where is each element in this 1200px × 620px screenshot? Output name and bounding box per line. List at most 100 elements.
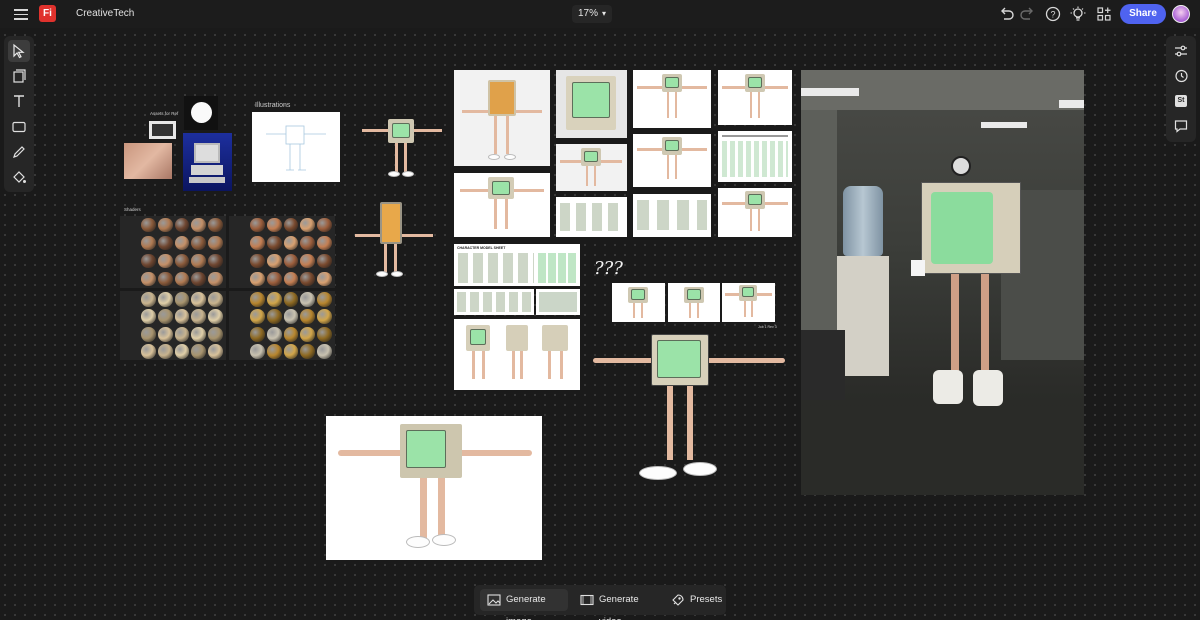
character-cutout-orange[interactable]: [353, 198, 435, 282]
render-turnaround-1[interactable]: [556, 197, 627, 237]
text-tool-icon[interactable]: [8, 90, 30, 112]
shader-sphere: [250, 235, 265, 251]
generate-toolbar: Generate image Generate video Presets: [474, 585, 726, 620]
lightbulb-icon[interactable]: [1069, 5, 1087, 23]
generate-image-button[interactable]: Generate image: [480, 589, 568, 620]
shader-sphere: [300, 217, 316, 233]
render-orange-character[interactable]: [454, 70, 550, 166]
shader-sphere: [250, 271, 265, 287]
illustration-sketch[interactable]: [252, 112, 340, 182]
shader-sphere: [157, 271, 173, 287]
render-tpose-1[interactable]: [633, 70, 711, 128]
svg-text:?: ?: [1050, 10, 1055, 20]
shape-tool-icon[interactable]: [8, 116, 30, 138]
history-icon[interactable]: [1170, 65, 1192, 87]
shader-sphere: [141, 326, 156, 342]
shader-grid-gold[interactable]: [229, 291, 335, 360]
shader-sphere: [174, 253, 190, 269]
redo-icon[interactable]: [1018, 5, 1036, 23]
image-icon: [487, 594, 501, 606]
render-row-2[interactable]: [668, 283, 720, 322]
top-bar: Fi CreativeTech 17% ▾ ? Share: [0, 0, 1200, 28]
render-pose-5[interactable]: [454, 173, 550, 237]
render-pose-3[interactable]: [556, 144, 627, 191]
shader-sphere: [300, 253, 316, 269]
shader-sphere: [157, 343, 173, 359]
shader-sphere: [208, 271, 223, 287]
render-turnaround-2[interactable]: [633, 194, 711, 237]
reference-image-circle[interactable]: [184, 96, 218, 130]
shader-sphere: [250, 217, 265, 233]
select-tool-icon[interactable]: [8, 40, 30, 62]
shader-sphere: [266, 235, 282, 251]
stock-icon[interactable]: St: [1170, 90, 1192, 112]
reference-image-skin[interactable]: [124, 143, 172, 179]
shader-sphere: [141, 235, 156, 251]
render-row-1[interactable]: [612, 283, 665, 322]
app-logo: Fi: [39, 5, 56, 22]
shader-sphere: [250, 326, 265, 342]
undo-icon[interactable]: [998, 5, 1016, 23]
shader-grid-copper[interactable]: [229, 216, 335, 288]
office-scene-render[interactable]: [801, 70, 1084, 495]
right-toolbar: St: [1166, 36, 1196, 142]
shader-sphere: [191, 309, 207, 325]
adjustments-icon[interactable]: [1170, 40, 1192, 62]
character-cartoon-large[interactable]: [585, 330, 793, 484]
render-pose-4[interactable]: [633, 134, 711, 187]
avatar[interactable]: [1172, 5, 1190, 23]
shader-sphere: [266, 217, 282, 233]
shader-sphere: [208, 343, 223, 359]
shader-sphere: [174, 343, 190, 359]
generate-video-button[interactable]: Generate video: [573, 589, 661, 620]
render-tpose-2[interactable]: [718, 70, 792, 125]
share-button[interactable]: Share: [1120, 4, 1166, 24]
chevron-down-icon: ▾: [602, 9, 607, 18]
presets-button[interactable]: Presets: [664, 589, 724, 611]
shader-sphere: [317, 217, 332, 233]
shader-sphere: [300, 271, 316, 287]
render-tpose-large[interactable]: [326, 416, 542, 560]
generate-image-label: Generate image: [506, 594, 546, 620]
shader-sphere: [266, 253, 282, 269]
apps-icon[interactable]: [1095, 5, 1113, 23]
shader-sphere: [266, 343, 282, 359]
shader-sphere: [208, 292, 223, 307]
shader-sphere: [266, 326, 282, 342]
shader-sphere: [208, 326, 223, 342]
reference-image-computer[interactable]: [183, 133, 232, 191]
reference-image-dark[interactable]: [149, 121, 176, 139]
zoom-dropdown[interactable]: 17% ▾: [572, 5, 613, 23]
help-icon[interactable]: ?: [1044, 5, 1062, 23]
render-strip-2[interactable]: [536, 289, 580, 315]
render-strip-1[interactable]: [454, 289, 534, 315]
shader-sphere: [141, 292, 156, 307]
shader-sphere: [157, 217, 173, 233]
shader-grid-cream[interactable]: [120, 291, 226, 360]
draw-tool-icon[interactable]: [8, 141, 30, 163]
character-cutout-small[interactable]: [360, 115, 444, 181]
page-tool-icon[interactable]: [8, 65, 30, 87]
shader-sphere: [174, 271, 190, 287]
render-turnaround-large[interactable]: [454, 319, 580, 390]
document-title[interactable]: CreativeTech: [76, 8, 134, 19]
shader-grid-brown[interactable]: [120, 216, 226, 288]
video-icon: [580, 594, 594, 606]
presets-label: Presets: [690, 594, 723, 605]
render-closeup[interactable]: [556, 70, 627, 138]
shader-sphere: [266, 271, 282, 287]
fill-tool-icon[interactable]: [8, 166, 30, 188]
question-marks-annotation: ???: [594, 258, 623, 279]
shader-sphere: [266, 309, 282, 325]
shader-sphere: [317, 253, 332, 269]
comment-icon[interactable]: [1170, 115, 1192, 137]
render-pose-6[interactable]: [718, 188, 792, 237]
shader-sphere: [157, 326, 173, 342]
character-model-sheet[interactable]: CHARACTER MODEL SHEET: [454, 244, 580, 286]
shader-sphere: [141, 309, 156, 325]
shader-sphere: [317, 309, 332, 325]
hamburger-menu-icon[interactable]: [12, 6, 30, 22]
render-row-3[interactable]: [722, 283, 775, 322]
character-model-sheet-small[interactable]: [718, 131, 792, 182]
shader-sphere: [191, 217, 207, 233]
